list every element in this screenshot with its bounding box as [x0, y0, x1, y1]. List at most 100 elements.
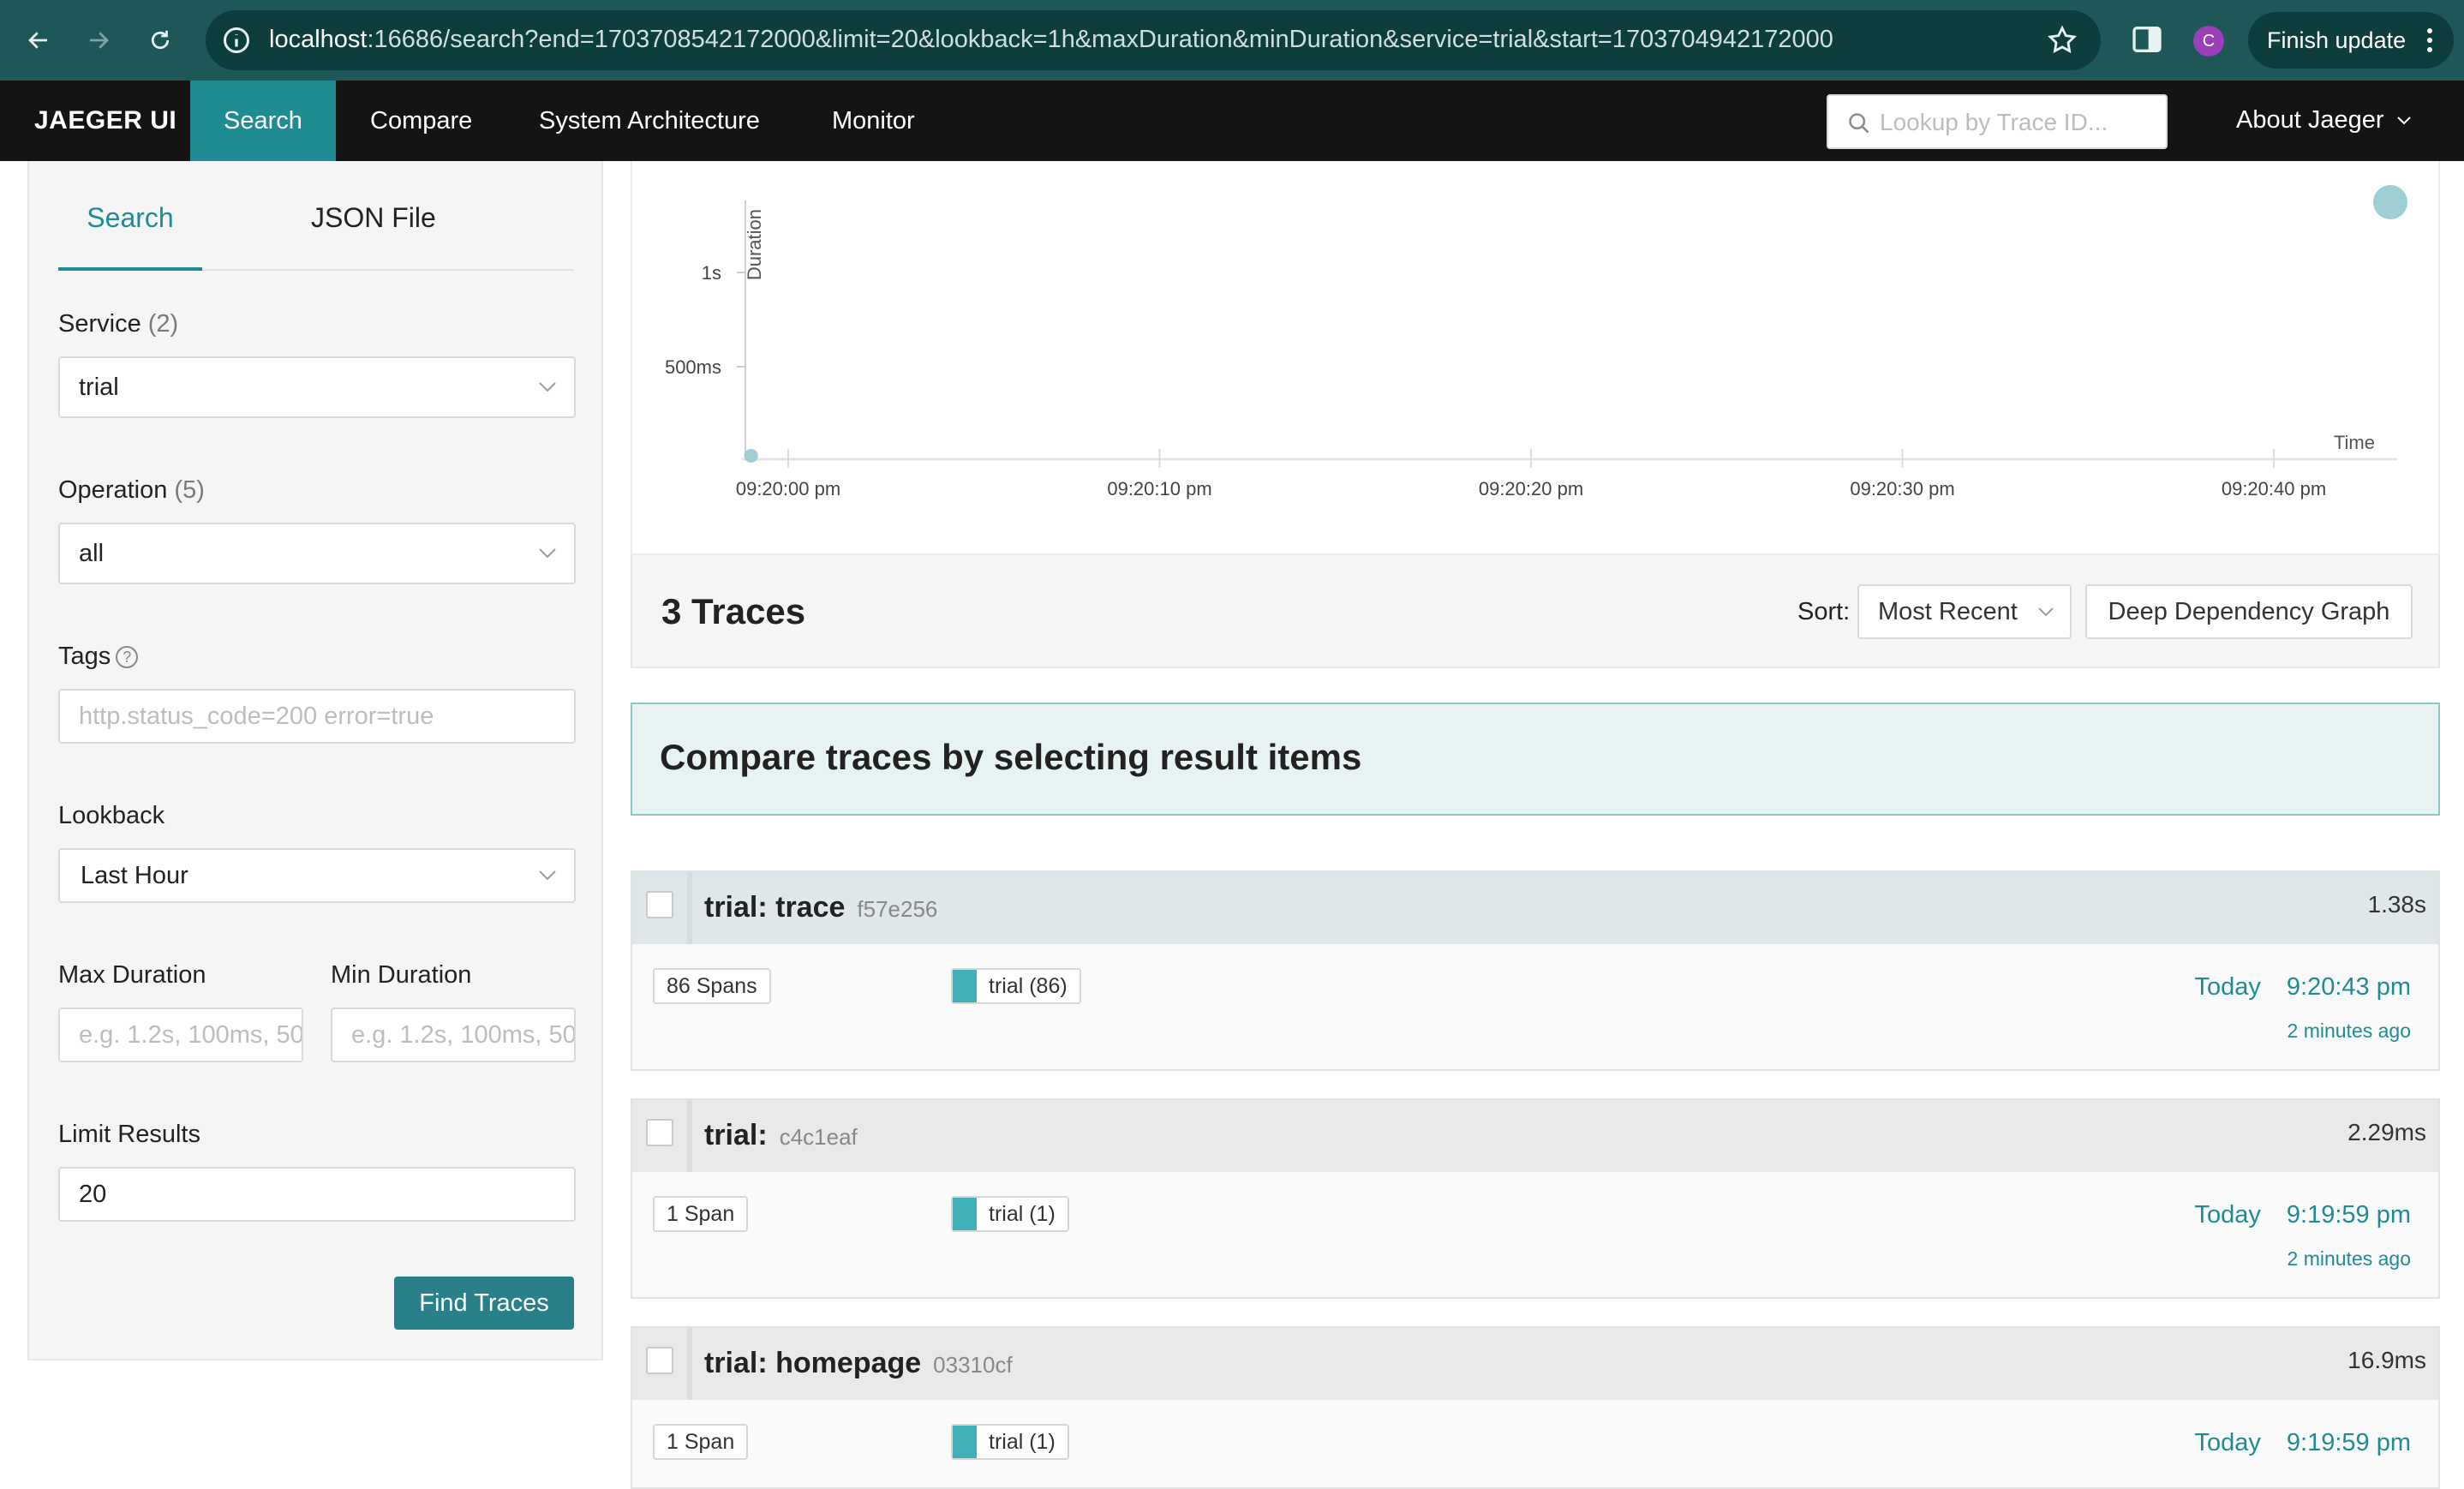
trace-select-checkbox[interactable] [646, 1119, 673, 1146]
lookback-label: Lookback [58, 802, 165, 829]
trace-row[interactable]: trial: trace f57e256 1.38s 86 Spans trial… [631, 870, 2440, 1071]
service-color-swatch [953, 970, 977, 1002]
more-vert-icon [2427, 28, 2432, 52]
site-info-icon[interactable] [221, 25, 252, 56]
duration-scatter-chart: Duration Time 1s 500ms 09:20:00 pm 09:20:10… [631, 161, 2440, 555]
app-topnav: JAEGER UI Search Compare System Architec… [0, 81, 2464, 161]
chart-point [2373, 185, 2407, 219]
limit-results-input[interactable] [79, 1180, 574, 1209]
x-tick-label: 09:20:40 pm [2222, 478, 2326, 499]
tags-input[interactable] [79, 702, 574, 731]
trace-select-checkbox[interactable] [646, 1347, 673, 1374]
trace-duration: 1.38s [2367, 891, 2427, 918]
nav-tab-system-architecture[interactable]: System Architecture [539, 81, 760, 161]
trace-header[interactable]: trial: trace f57e256 1.38s [632, 872, 2438, 944]
trace-count: 3 Traces [661, 591, 806, 631]
sort-label: Sort: [1797, 598, 1851, 625]
x-tick-label: 09:20:00 pm [736, 478, 840, 499]
trace-title[interactable]: trial: homepage 03310cf [704, 1347, 1013, 1380]
reload-icon[interactable] [139, 19, 182, 62]
trace-duration: 16.9ms [2347, 1347, 2426, 1373]
operation-label: Operation (5) [58, 476, 205, 504]
limit-results-field[interactable] [58, 1167, 576, 1222]
trace-start-time: Today 9:19:59 pm [2194, 1201, 2412, 1229]
service-color-swatch [953, 1426, 977, 1458]
find-traces-button[interactable]: Find Traces [394, 1277, 574, 1330]
trace-id-input[interactable] [1880, 105, 2154, 141]
service-label: Service (2) [58, 310, 179, 338]
tags-field[interactable] [58, 689, 576, 744]
x-tick-label: 09:20:30 pm [1850, 478, 1954, 499]
y-tick-label: 500ms [665, 356, 721, 378]
help-icon[interactable]: ? [116, 646, 139, 669]
address-bar[interactable]: localhost:16686/search?end=1703708542172… [206, 10, 2101, 70]
trace-title[interactable]: trial: trace f57e256 [704, 891, 937, 924]
x-tick-label: 09:20:20 pm [1479, 478, 1583, 499]
trace-header[interactable]: trial: homepage 03310cf 16.9ms [632, 1328, 2438, 1400]
finish-update-button[interactable]: Finish update [2248, 12, 2454, 69]
nav-tab-monitor[interactable]: Monitor [832, 81, 915, 161]
trace-header-bar [687, 1100, 692, 1172]
trace-row[interactable]: trial: homepage 03310cf 16.9ms 1 Span tri… [631, 1326, 2440, 1489]
trace-relative-time: 2 minutes ago [2287, 1020, 2411, 1042]
span-count-badge: 1 Span [653, 1424, 749, 1460]
min-duration-label: Min Duration [331, 961, 472, 989]
url-text[interactable]: localhost:16686/search?end=1703708542172… [269, 26, 1833, 54]
max-duration-field[interactable] [58, 1008, 303, 1062]
sort-select[interactable]: Most Recent [1857, 584, 2072, 639]
span-count-badge: 1 Span [653, 1196, 749, 1232]
limit-results-label: Limit Results [58, 1121, 200, 1148]
brand-logo[interactable]: JAEGER UI [34, 106, 176, 135]
service-tag: trial (1) [951, 1424, 1069, 1460]
operation-select[interactable]: all [58, 523, 576, 584]
min-duration-input[interactable] [351, 1020, 574, 1049]
deep-dependency-graph-button[interactable]: Deep Dependency Graph [2085, 584, 2413, 639]
about-jaeger-menu[interactable]: About Jaeger [2236, 106, 2412, 135]
max-duration-input[interactable] [79, 1020, 302, 1049]
forward-arrow-icon[interactable] [77, 19, 120, 62]
tab-json-file[interactable]: JSON File [311, 202, 436, 271]
trace-header-bar [687, 872, 692, 944]
x-tick-label: 09:20:10 pm [1107, 478, 1211, 499]
trace-id-lookup[interactable] [1827, 94, 2168, 149]
service-select[interactable]: trial [58, 356, 576, 418]
side-panel-icon[interactable] [2130, 22, 2164, 57]
chevron-down-icon [2038, 607, 2054, 617]
max-duration-label: Max Duration [58, 961, 206, 989]
back-arrow-icon[interactable] [17, 19, 60, 62]
service-color-swatch [953, 1198, 977, 1230]
trace-relative-time: 2 minutes ago [2287, 1247, 2411, 1270]
nav-tab-search[interactable]: Search [190, 81, 336, 161]
sidebar-tabs: Search JSON File [58, 202, 574, 271]
x-axis-label: Time [2334, 432, 2375, 453]
trace-header[interactable]: trial: c4c1eaf 2.29ms [632, 1100, 2438, 1172]
browser-toolbar: localhost:16686/search?end=1703708542172… [0, 0, 2464, 81]
y-axis-label: Duration [744, 209, 765, 280]
search-icon [1849, 113, 1869, 134]
results-summary: 3 Traces Sort: Most Recent Deep Dependen… [631, 555, 2440, 668]
bookmark-star-icon[interactable] [2046, 24, 2078, 57]
trace-header-bar [687, 1328, 692, 1400]
search-sidebar: Search JSON File Service (2) trial Opera… [27, 161, 603, 1360]
trace-duration: 2.29ms [2347, 1119, 2426, 1145]
span-count-badge: 86 Spans [653, 968, 771, 1004]
trace-title[interactable]: trial: c4c1eaf [704, 1119, 858, 1152]
service-tag: trial (1) [951, 1196, 1069, 1232]
service-tag: trial (86) [951, 968, 1081, 1004]
chevron-down-icon [2396, 116, 2411, 124]
trace-row[interactable]: trial: c4c1eaf 2.29ms 1 Span trial (1) To… [631, 1098, 2440, 1299]
tags-label: Tags? [58, 643, 139, 671]
profile-avatar[interactable]: C [2193, 26, 2224, 57]
nav-tab-compare[interactable]: Compare [370, 81, 472, 161]
compare-banner: Compare traces by selecting result items [631, 703, 2440, 816]
min-duration-field[interactable] [331, 1008, 576, 1062]
trace-select-checkbox[interactable] [646, 891, 673, 918]
y-tick-label: 1s [702, 262, 721, 284]
tab-search[interactable]: Search [58, 202, 202, 271]
chart-canvas: Duration Time 1s 500ms 09:20:00 pm 09:20:10… [665, 185, 2407, 499]
trace-start-time: Today 9:20:43 pm [2194, 973, 2412, 1001]
lookback-select[interactable]: Last Hour [58, 848, 576, 903]
chevron-down-icon [539, 548, 556, 559]
chevron-down-icon [539, 870, 556, 881]
trace-start-time: Today 9:19:59 pm [2194, 1429, 2412, 1456]
